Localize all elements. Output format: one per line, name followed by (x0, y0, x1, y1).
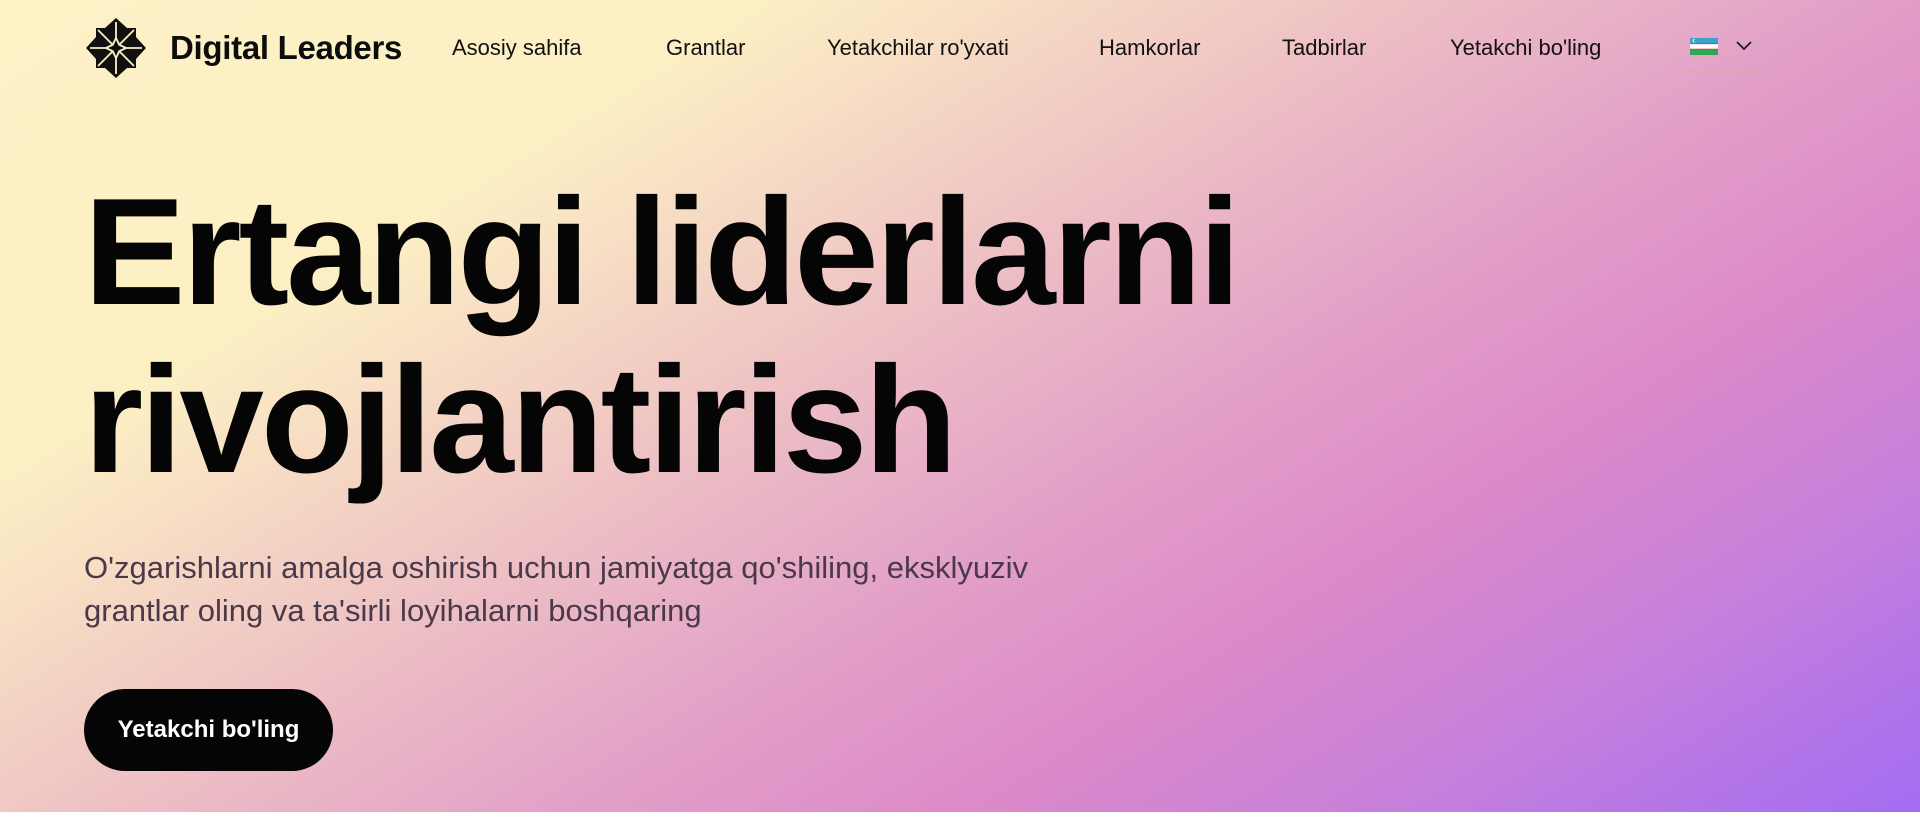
star-logo-icon (86, 18, 146, 78)
hero-subtitle-line-1: O'zgarishlarni amalga oshirish uchun jam… (84, 550, 1029, 585)
hero-subtitle-line-2: grantlar oling va ta'sirli loyihalarni b… (84, 593, 702, 628)
brand-name: Digital Leaders (170, 29, 403, 66)
nav-item-partners[interactable]: Hamkorlar (1099, 32, 1200, 64)
uzbekistan-flag-icon (1690, 37, 1718, 55)
hero-subtitle: O'zgarishlarni amalga oshirish uchun jam… (84, 546, 1244, 632)
hero-title-line-2: rivojlantirish (84, 335, 957, 505)
language-selector[interactable] (1667, 22, 1775, 71)
nav-item-events[interactable]: Tadbirlar (1282, 32, 1366, 64)
nav-item-grants[interactable]: Grantlar (666, 32, 745, 64)
hero-title-line-1: Ertangi liderlarni (84, 167, 1241, 337)
nav-item-become-leader[interactable]: Yetakchi bo'ling (1450, 32, 1601, 64)
brand-logo-link[interactable]: Digital Leaders (84, 16, 402, 80)
nav-item-home[interactable]: Asosiy sahifa (452, 32, 582, 64)
hero-title: Ertangi liderlarni rivojlantirish (84, 167, 1241, 505)
nav-item-leaders-list[interactable]: Yetakchilar ro'yxati (827, 32, 1009, 64)
page-bottom-strip (0, 812, 1920, 825)
become-leader-button[interactable]: Yetakchi bo'ling (84, 689, 333, 771)
chevron-down-icon (1736, 41, 1752, 50)
hero-section: Digital Leaders Asosiy sahifa Grantlar Y… (0, 0, 1920, 812)
